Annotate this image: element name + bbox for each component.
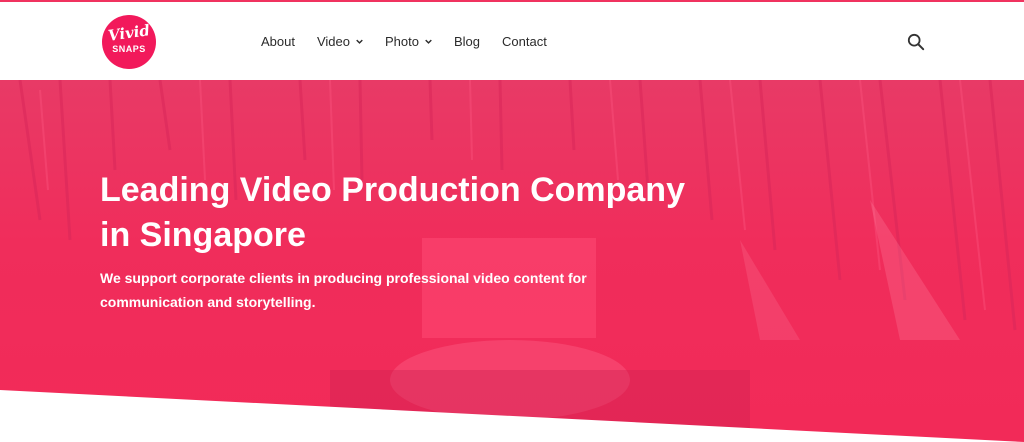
chevron-down-icon [425, 39, 432, 44]
nav-item-blog[interactable]: Blog [454, 34, 480, 49]
chevron-down-icon [356, 39, 363, 44]
search-icon[interactable] [907, 33, 925, 51]
nav-item-label: Video [316, 33, 350, 49]
hero-banner: Leading Video Production Company in Sing… [0, 80, 1024, 442]
logo-caps-text: SNAPS [112, 44, 146, 54]
nav-item-about[interactable]: About [261, 34, 295, 49]
nav-item-label: About [261, 33, 295, 49]
brand-logo[interactable]: Vivid SNAPS [102, 15, 156, 69]
nav-item-label: Blog [453, 33, 481, 49]
nav-item-label: Photo [385, 33, 419, 49]
site-header: Vivid SNAPS About Video Photo Blog Conta… [0, 2, 1024, 80]
logo-script-text: Vivid [106, 21, 151, 45]
nav-item-video[interactable]: Video [317, 34, 363, 49]
nav-item-label: Contact [502, 33, 547, 49]
main-navigation: About Video Photo Blog Contact [261, 2, 569, 80]
section-divider [0, 390, 1024, 442]
nav-item-photo[interactable]: Photo [385, 34, 432, 49]
nav-item-contact[interactable]: Contact [502, 34, 547, 49]
